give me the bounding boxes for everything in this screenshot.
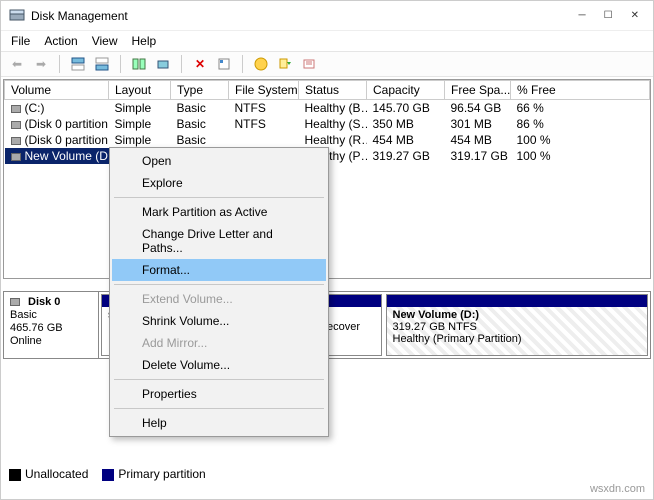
menu-view[interactable]: View (92, 34, 118, 48)
minimize-button[interactable]: ─ (579, 10, 586, 21)
drive-icon (11, 153, 21, 161)
menu-shrink[interactable]: Shrink Volume... (112, 310, 326, 332)
disk-icon (10, 298, 20, 306)
table-row[interactable]: (Disk 0 partition 1) SimpleBasicNTFS Hea… (5, 116, 650, 132)
menu-mirror: Add Mirror... (112, 332, 326, 354)
menu-help[interactable]: Help (112, 412, 326, 434)
app-icon (9, 8, 25, 24)
close-button[interactable]: ✕ (631, 10, 639, 21)
menu-properties[interactable]: Properties (112, 383, 326, 405)
menu-open[interactable]: Open (112, 150, 326, 172)
window-title: Disk Management (31, 9, 579, 23)
menu-delete[interactable]: Delete Volume... (112, 354, 326, 376)
partition-block-selected[interactable]: New Volume (D:) 319.27 GB NTFS Healthy (… (386, 294, 649, 356)
menu-help[interactable]: Help (132, 34, 157, 48)
list-icon[interactable] (299, 54, 319, 74)
col-pfree[interactable]: % Free (511, 81, 650, 100)
delete-icon[interactable]: ✕ (190, 54, 210, 74)
col-free[interactable]: Free Spa... (445, 81, 511, 100)
settings-icon[interactable] (153, 54, 173, 74)
menu-explore[interactable]: Explore (112, 172, 326, 194)
legend: Unallocated Primary partition (9, 467, 206, 481)
col-fs[interactable]: File System (229, 81, 299, 100)
legend-primary-swatch (102, 469, 114, 481)
menu-change-letter[interactable]: Change Drive Letter and Paths... (112, 223, 326, 259)
context-menu: Open Explore Mark Partition as Active Ch… (109, 147, 329, 437)
menubar: File Action View Help (1, 31, 653, 51)
table-row[interactable]: (Disk 0 partition 3) SimpleBasic Healthy… (5, 132, 650, 148)
menu-action[interactable]: Action (44, 34, 77, 48)
legend-unallocated-swatch (9, 469, 21, 481)
toolbar: ⬅ ➡ ✕ (1, 51, 653, 77)
properties-icon[interactable] (214, 54, 234, 74)
drive-icon (11, 121, 21, 129)
menu-extend: Extend Volume... (112, 288, 326, 310)
col-volume[interactable]: Volume (5, 81, 109, 100)
menu-file[interactable]: File (11, 34, 30, 48)
col-capacity[interactable]: Capacity (367, 81, 445, 100)
refresh-icon[interactable] (129, 54, 149, 74)
help-icon[interactable] (251, 54, 271, 74)
maximize-button[interactable]: ☐ (604, 10, 613, 21)
col-layout[interactable]: Layout (109, 81, 171, 100)
action-icon[interactable] (275, 54, 295, 74)
table-row[interactable]: (C:) SimpleBasicNTFS Healthy (B…145.70 G… (5, 100, 650, 117)
watermark: wsxdn.com (590, 483, 645, 495)
menu-format[interactable]: Format... (112, 259, 326, 281)
table-header[interactable]: Volume Layout Type File System Status Ca… (5, 81, 650, 100)
drive-icon (11, 105, 21, 113)
view-top-icon[interactable] (68, 54, 88, 74)
titlebar: Disk Management ─ ☐ ✕ (1, 1, 653, 31)
drive-icon (11, 137, 21, 145)
col-status[interactable]: Status (299, 81, 367, 100)
back-icon[interactable]: ⬅ (7, 54, 27, 74)
view-bottom-icon[interactable] (92, 54, 112, 74)
menu-mark-active[interactable]: Mark Partition as Active (112, 201, 326, 223)
forward-icon[interactable]: ➡ (31, 54, 51, 74)
disk-header[interactable]: Disk 0 Basic 465.76 GB Online (4, 292, 99, 358)
col-type[interactable]: Type (171, 81, 229, 100)
